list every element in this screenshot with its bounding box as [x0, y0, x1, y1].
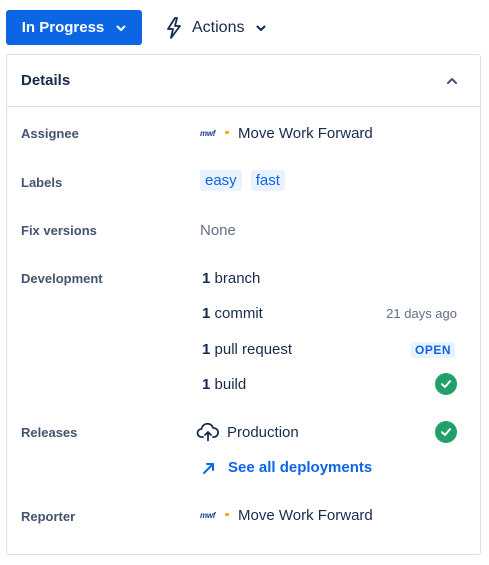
assignee-value[interactable]: mwf Move Work Forward [200, 125, 373, 142]
label-tag[interactable]: easy [200, 170, 242, 191]
development-pull-request[interactable]: 1 pull request OPEN [202, 341, 457, 358]
details-header[interactable]: Details [7, 55, 480, 107]
chevron-down-icon [256, 25, 266, 31]
chevron-up-icon[interactable] [446, 75, 458, 87]
development-branch[interactable]: 1 branch [202, 270, 457, 287]
details-panel: Details Assignee mwf Move Work Forward L… [6, 54, 481, 555]
release-environment: Production [227, 423, 299, 441]
assignee-label: Assignee [21, 126, 79, 141]
actions-dropdown-button[interactable]: Actions [164, 10, 266, 45]
releases-label: Releases [21, 425, 78, 440]
development-build[interactable]: 1 build [202, 373, 457, 395]
lightning-bolt-icon [167, 16, 181, 39]
chevron-down-icon [116, 25, 126, 31]
commit-time: 21 days ago [386, 306, 457, 321]
fix-versions-label: Fix versions [21, 223, 97, 238]
label-tag[interactable]: fast [250, 170, 285, 191]
check-circle-icon [435, 421, 457, 443]
check-circle-icon [435, 373, 457, 395]
development-commit[interactable]: 1 commit 21 days ago [202, 305, 457, 322]
reporter-label: Reporter [21, 509, 76, 524]
assignee-name: Move Work Forward [238, 125, 373, 142]
pull-request-status-badge: OPEN [410, 341, 455, 358]
see-all-deployments-link[interactable]: See all deployments [202, 459, 372, 476]
status-label: In Progress [21, 19, 105, 36]
release-production[interactable]: Production [196, 421, 457, 443]
reporter-value[interactable]: mwf Move Work Forward [200, 507, 373, 524]
labels-value: easy fast [200, 170, 294, 191]
labels-label: Labels [21, 175, 63, 190]
reporter-avatar: mwf [200, 510, 229, 522]
actions-label: Actions [192, 18, 245, 36]
cloud-upload-icon [196, 422, 219, 442]
assignee-avatar: mwf [200, 128, 229, 140]
issue-toolbar: In Progress Actions [6, 10, 266, 45]
arrow-up-right-icon [203, 462, 214, 474]
reporter-name: Move Work Forward [238, 507, 373, 524]
fix-versions-value[interactable]: None [200, 222, 236, 239]
status-dropdown-button[interactable]: In Progress [6, 10, 142, 45]
development-label: Development [21, 271, 103, 286]
details-title: Details [21, 72, 71, 89]
